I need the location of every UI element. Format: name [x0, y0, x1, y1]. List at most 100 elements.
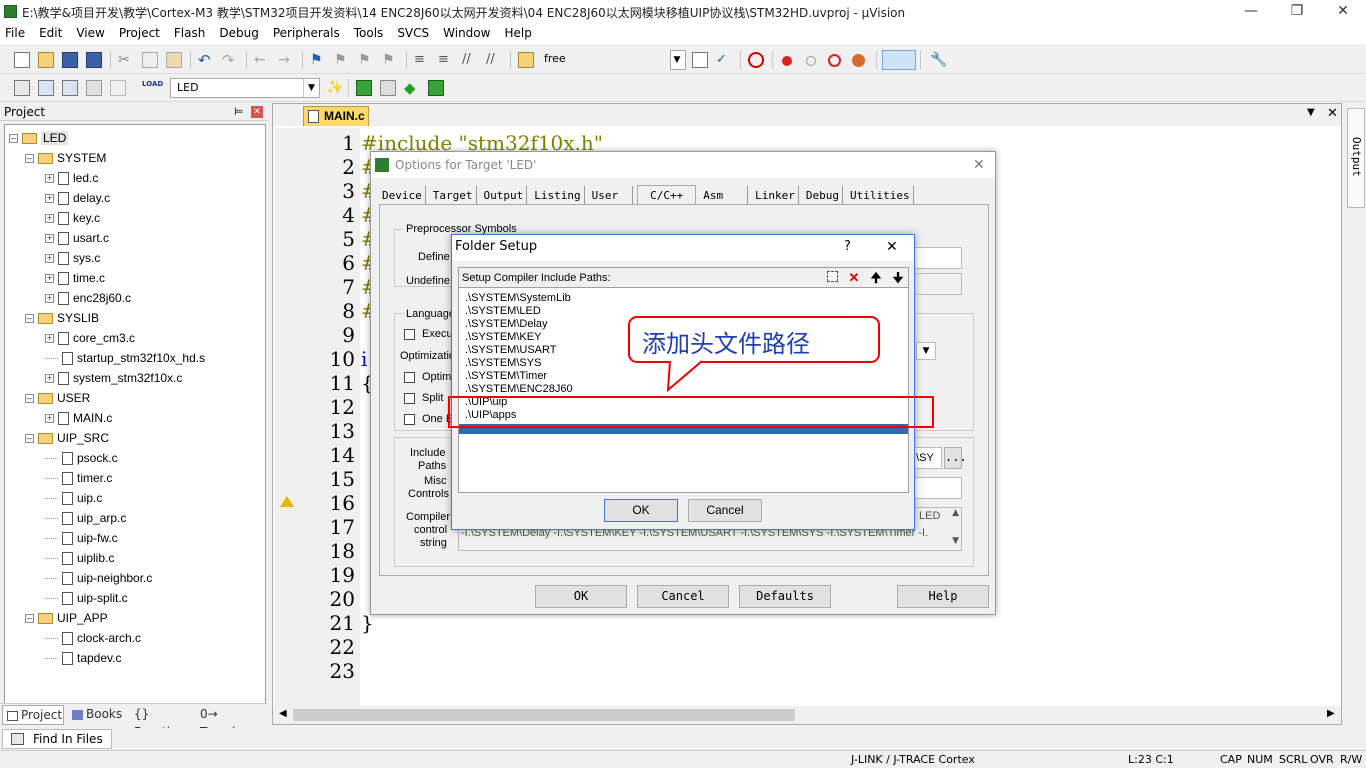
tree-group[interactable]: – SYSTEM — [25, 149, 106, 167]
tree-file[interactable]: + system_stm32f10x.c — [45, 369, 182, 387]
close-icon[interactable]: ✕ — [973, 152, 985, 178]
move-down-icon[interactable]: 🠋 — [889, 270, 907, 286]
batch-build-icon[interactable] — [86, 80, 102, 96]
tree-file[interactable]: uip.c — [45, 489, 102, 507]
menu-svcs[interactable]: SVCS — [390, 24, 436, 43]
hscroll-thumb[interactable] — [293, 709, 795, 721]
close-window-button[interactable]: ✕ — [1320, 0, 1366, 24]
collapse-icon[interactable]: – — [25, 394, 34, 404]
tab-project[interactable]: Project — [2, 705, 64, 725]
tree-group[interactable]: – UIP_SRC — [25, 429, 109, 447]
pin-icon[interactable]: ⊨ — [234, 103, 244, 121]
close-icon[interactable]: ✕ — [886, 235, 898, 259]
tab-templates[interactable]: 0→ Templa... — [196, 705, 266, 739]
expand-icon[interactable]: + — [45, 374, 54, 384]
options-cancel-button[interactable]: Cancel — [637, 585, 729, 608]
nav-back-icon[interactable]: ← — [254, 52, 270, 68]
nav-forward-icon[interactable]: → — [278, 52, 294, 68]
scroll-down-icon[interactable]: ▼ — [952, 536, 959, 546]
tree-group[interactable]: – USER — [25, 389, 90, 407]
tree-file[interactable]: + led.c — [45, 169, 98, 187]
new-file-icon[interactable] — [14, 52, 30, 68]
move-up-icon[interactable]: 🠉 — [867, 270, 885, 286]
tree-file[interactable]: timer.c — [45, 469, 112, 487]
expand-icon[interactable]: + — [45, 214, 54, 224]
copy-icon[interactable] — [142, 52, 158, 68]
collapse-icon[interactable]: – — [9, 134, 18, 144]
translate-icon[interactable] — [14, 80, 30, 96]
configure-tools-icon[interactable]: 🔧 — [930, 52, 947, 68]
new-folder-icon[interactable] — [823, 270, 841, 286]
menu-view[interactable]: View — [69, 24, 111, 43]
cut-icon[interactable]: ✂ — [118, 52, 134, 68]
find-combo[interactable]: free — [538, 50, 686, 70]
tree-group[interactable]: – UIP_APP — [25, 609, 108, 627]
tab-debug[interactable]: Debug — [803, 186, 843, 206]
tab-cpp[interactable]: C/C++ — [637, 185, 697, 205]
scroll-right-icon[interactable]: ▶ — [1327, 708, 1335, 719]
include-path-item[interactable]: .\SYSTEM\Timer — [465, 370, 547, 383]
include-path-item[interactable]: .\SYSTEM\LED — [465, 305, 541, 318]
optimize-time-checkbox[interactable] — [404, 372, 415, 383]
debug-session-icon[interactable] — [748, 52, 764, 68]
tree-file[interactable]: startup_stm32f10x_hd.s — [45, 349, 205, 367]
breakpoint-icon[interactable] — [782, 56, 792, 66]
code-line-10[interactable]: i — [361, 347, 367, 371]
tab-linker[interactable]: Linker — [752, 186, 799, 206]
include-paths-browse-button[interactable]: ... — [944, 447, 967, 469]
tab-books[interactable]: Books — [68, 705, 128, 725]
optimization-dropdown[interactable]: ▼ — [916, 342, 936, 360]
find-in-files-icon[interactable] — [518, 52, 534, 68]
expand-icon[interactable]: + — [45, 254, 54, 264]
tree-file[interactable]: + sys.c — [45, 249, 100, 267]
open-file-icon[interactable] — [38, 52, 54, 68]
tree-file[interactable]: uip-neighbor.c — [45, 569, 152, 587]
tree-file[interactable]: uiplib.c — [45, 549, 114, 567]
tree-file[interactable]: + usart.c — [45, 229, 109, 247]
tree-file[interactable]: + delay.c — [45, 189, 110, 207]
minimize-button[interactable]: — — [1228, 0, 1274, 24]
stop-build-icon[interactable] — [110, 80, 126, 96]
tree-group[interactable]: – SYSLIB — [25, 309, 99, 327]
include-path-item[interactable]: .\SYSTEM\ENC28J60 — [465, 383, 573, 396]
window-layout-icon[interactable] — [882, 50, 916, 70]
paste-icon[interactable] — [166, 52, 182, 68]
tab-asm[interactable]: Asm — [700, 186, 749, 206]
expand-icon[interactable]: + — [45, 274, 54, 284]
scroll-left-icon[interactable]: ◀ — [279, 708, 287, 719]
tree-file[interactable]: + time.c — [45, 269, 105, 287]
redo-icon[interactable]: ↷ — [222, 52, 238, 68]
tree-file[interactable]: clock-arch.c — [45, 629, 141, 647]
build-output-tab[interactable]: Build Output — [1347, 108, 1366, 208]
expand-icon[interactable]: + — [45, 294, 54, 304]
tab-device[interactable]: Device — [379, 186, 426, 206]
undo-icon[interactable]: ↶ — [198, 52, 214, 68]
one-elf-checkbox[interactable] — [404, 414, 415, 425]
load-download-icon[interactable]: LOAD — [142, 80, 163, 96]
find-in-files-tab[interactable]: Find In Files — [2, 729, 112, 749]
clear-bookmarks-icon[interactable]: ⚑ — [382, 52, 398, 68]
expand-icon[interactable]: + — [45, 234, 54, 244]
menu-project[interactable]: Project — [112, 24, 167, 43]
tree-file[interactable]: uip-split.c — [45, 589, 128, 607]
tree-file[interactable]: tapdev.c — [45, 649, 121, 667]
manage-rte-icon[interactable]: ◆ — [404, 80, 420, 96]
save-icon[interactable] — [62, 52, 78, 68]
editor-tab-main[interactable]: MAIN.c — [303, 106, 369, 126]
tree-file[interactable]: + core_cm3.c — [45, 329, 135, 347]
bookmark-icon[interactable]: ⚑ — [310, 52, 326, 68]
expand-icon[interactable]: + — [45, 174, 54, 184]
tab-output[interactable]: Output — [481, 186, 528, 206]
disable-breakpoint-icon[interactable] — [806, 56, 816, 66]
include-path-item[interactable]: .\SYSTEM\KEY — [465, 331, 541, 344]
next-bookmark-icon[interactable]: ⚑ — [358, 52, 374, 68]
folder-setup-ok-button[interactable]: OK — [604, 499, 678, 522]
target-options-icon[interactable]: ✨ — [326, 80, 343, 96]
menu-window[interactable]: Window — [436, 24, 497, 43]
collapse-icon[interactable]: – — [25, 434, 34, 444]
tab-utilities[interactable]: Utilities — [847, 186, 914, 206]
scroll-up-icon[interactable]: ▲ — [952, 508, 959, 518]
find-icon[interactable] — [692, 52, 708, 68]
options-ok-button[interactable]: OK — [535, 585, 627, 608]
comment-icon[interactable]: // — [462, 52, 478, 68]
